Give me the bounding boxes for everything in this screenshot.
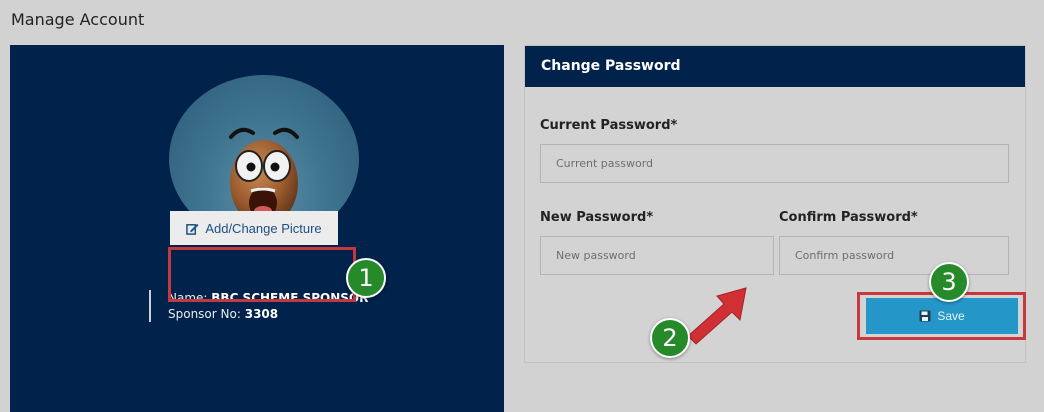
step-2-badge: 2 [650, 318, 690, 358]
add-change-picture-button[interactable]: Add/Change Picture [170, 211, 338, 245]
add-change-picture-label: Add/Change Picture [205, 220, 322, 236]
pointer-arrow-icon [687, 287, 747, 345]
step-3-badge: 3 [929, 262, 969, 302]
current-password-input[interactable] [540, 144, 1009, 183]
step-1-badge: 1 [346, 258, 386, 298]
new-password-label: New Password* [540, 210, 654, 225]
confirm-password-label: Confirm Password* [779, 210, 918, 225]
sponsor-number-row: Sponsor No: 3308 [168, 306, 368, 322]
current-password-label: Current Password* [540, 118, 678, 133]
change-password-title: Change Password [525, 46, 1025, 87]
new-password-input[interactable] [540, 236, 774, 275]
sponsor-number-label: Sponsor No: [168, 307, 241, 321]
add-picture-highlight [168, 247, 356, 302]
confirm-password-input[interactable] [779, 236, 1009, 275]
edit-icon [186, 223, 199, 235]
sponsor-number: 3308 [244, 307, 279, 321]
page-title: Manage Account [11, 10, 145, 29]
